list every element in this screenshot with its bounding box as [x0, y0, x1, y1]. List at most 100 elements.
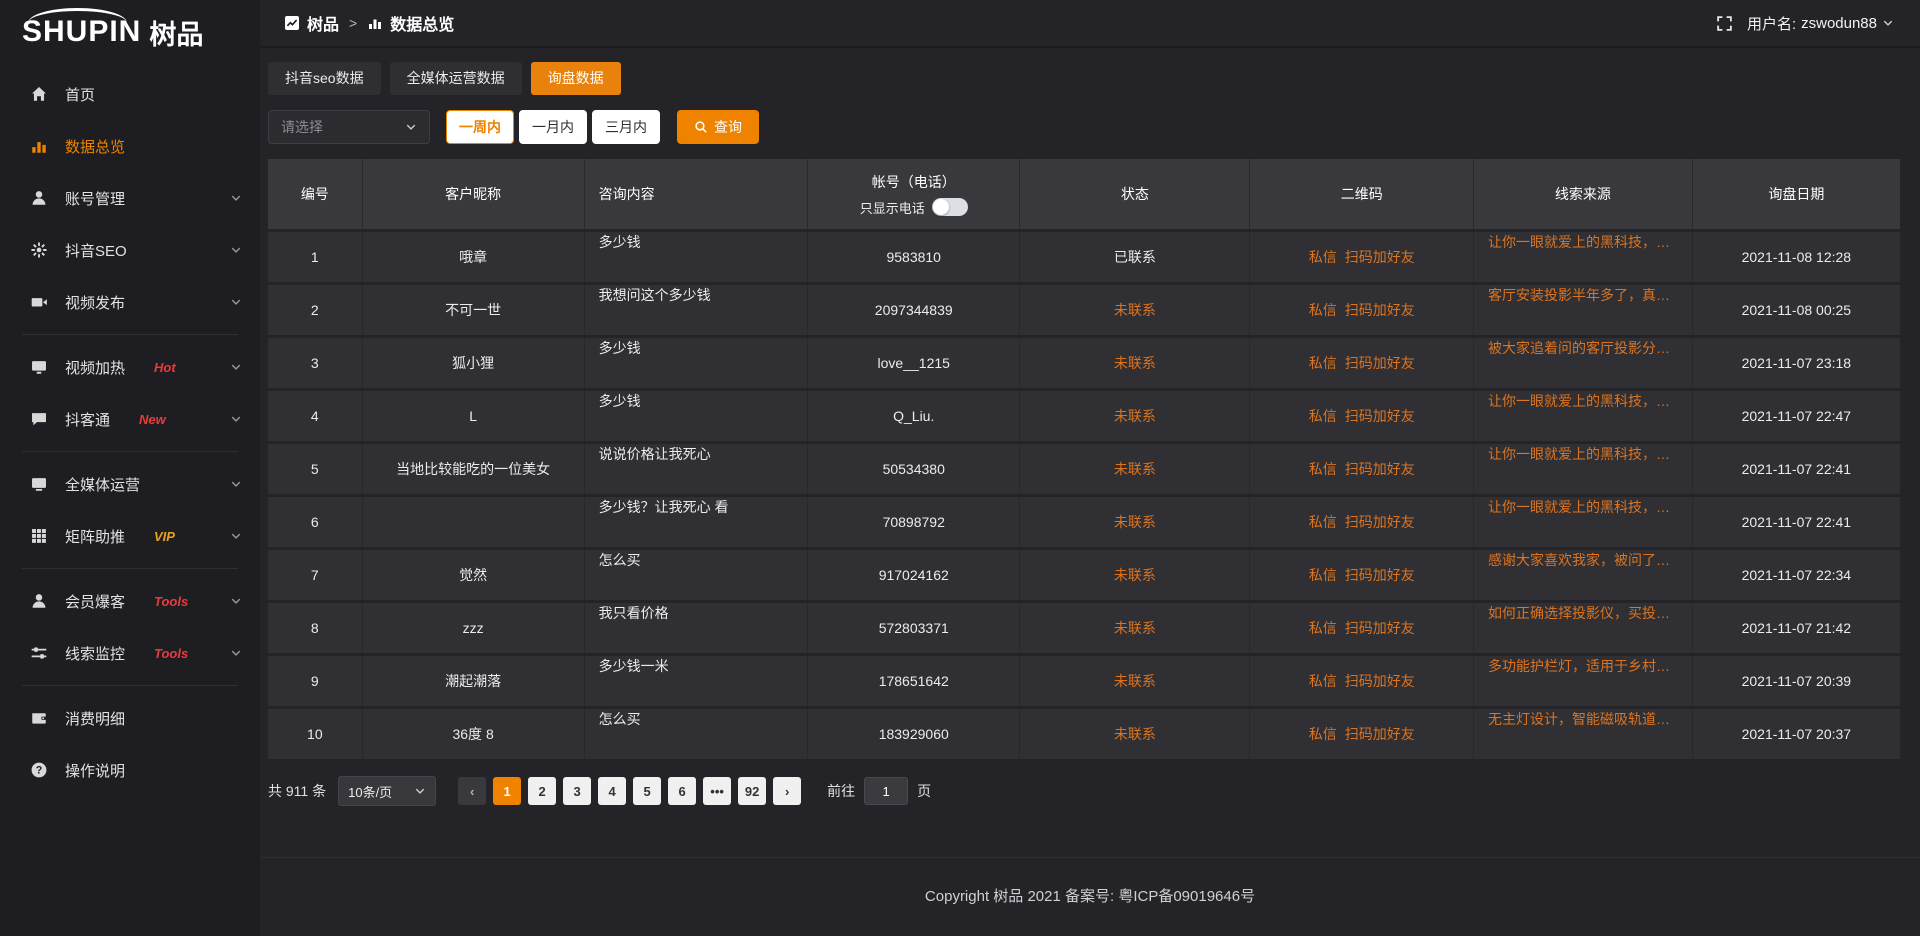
sidebar-item-账号管理[interactable]: 账号管理: [0, 172, 260, 224]
chevron-down-icon: [230, 361, 242, 373]
tab-抖音seo数据[interactable]: 抖音seo数据: [268, 62, 381, 95]
phone-toggle-row: 只显示电话: [860, 198, 968, 217]
sidebar-item-抖客通[interactable]: 抖客通New: [0, 393, 260, 445]
qr-link[interactable]: 扫码加好友: [1345, 724, 1415, 744]
breadcrumb-item[interactable]: 数据总览: [367, 11, 454, 35]
cell-date: 2021-11-07 22:34: [1693, 550, 1900, 600]
qr-link[interactable]: 扫码加好友: [1345, 565, 1415, 585]
sidebar-item-label: 操作说明: [65, 760, 125, 781]
sidebar-item-首页[interactable]: 首页: [0, 68, 260, 120]
cell-source: 让你一眼就爱上的黑科技，能…: [1474, 444, 1693, 494]
source-link[interactable]: 让你一眼就爱上的黑科技，能…: [1488, 232, 1679, 252]
video-icon: [30, 293, 48, 311]
source-link[interactable]: 让你一眼就爱上的黑科技，能…: [1488, 444, 1679, 464]
page-ellipsis[interactable]: •••: [703, 777, 731, 805]
qr-link[interactable]: 扫码加好友: [1345, 406, 1415, 426]
page-button-92[interactable]: 92: [738, 777, 766, 805]
qr-link[interactable]: 私信: [1309, 459, 1337, 479]
help-icon: ?: [30, 761, 48, 779]
source-link[interactable]: 让你一眼就爱上的黑科技，能…: [1488, 497, 1679, 517]
goto-page-input[interactable]: [864, 777, 908, 805]
filter-select[interactable]: 请选择: [268, 110, 430, 144]
filter-bar: 请选择 一周内一月内三月内 查询: [268, 110, 1900, 144]
qr-link[interactable]: 扫码加好友: [1345, 459, 1415, 479]
sidebar-item-矩阵助推[interactable]: 矩阵助推VIP: [0, 510, 260, 562]
qr-link[interactable]: 私信: [1309, 300, 1337, 320]
sidebar-item-badge: New: [139, 412, 166, 427]
source-link[interactable]: 被大家追着问的客厅投影分享…: [1488, 338, 1679, 358]
range-button-一周内[interactable]: 一周内: [446, 110, 514, 144]
range-button-三月内[interactable]: 三月内: [592, 110, 660, 144]
qr-link[interactable]: 私信: [1309, 618, 1337, 638]
sidebar-item-抖音SEO[interactable]: 抖音SEO: [0, 224, 260, 276]
sidebar-item-视频发布[interactable]: 视频发布: [0, 276, 260, 328]
cell-content: 多少钱: [585, 391, 809, 441]
page-button-3[interactable]: 3: [563, 777, 591, 805]
sidebar-item-线索监控[interactable]: 线索监控 Tools: [0, 627, 260, 679]
user-menu[interactable]: 用户名: zswodun88: [1747, 13, 1894, 34]
fullscreen-icon[interactable]: [1716, 15, 1733, 32]
gear-icon: [30, 241, 48, 259]
chevron-down-icon: [230, 530, 242, 542]
cell-date: 2021-11-07 20:37: [1693, 709, 1900, 759]
breadcrumb-item[interactable]: 树品: [284, 11, 339, 35]
tab-询盘数据[interactable]: 询盘数据: [531, 62, 621, 95]
qr-link[interactable]: 扫码加好友: [1345, 353, 1415, 373]
cell-id: 9: [268, 656, 363, 706]
sidebar-item-label: 线索监控: [65, 643, 125, 664]
sidebar-item-label: 抖音SEO: [65, 240, 127, 261]
page-button-6[interactable]: 6: [668, 777, 696, 805]
sidebar-item-数据总览[interactable]: 数据总览: [0, 120, 260, 172]
source-link[interactable]: 让你一眼就爱上的黑科技，能…: [1488, 391, 1679, 411]
cell-content: 多少钱: [585, 338, 809, 388]
page-size-select[interactable]: 10条/页: [338, 776, 436, 806]
qr-link[interactable]: 扫码加好友: [1345, 512, 1415, 532]
table-row: 3狐小狸多少钱love__1215未联系私信扫码加好友被大家追着问的客厅投影分享…: [268, 338, 1900, 388]
cell-content: 多少钱: [585, 232, 809, 282]
qr-link[interactable]: 扫码加好友: [1345, 247, 1415, 267]
cell-source: 客厅安装投影半年多了，真实…: [1474, 285, 1693, 335]
range-button-一月内[interactable]: 一月内: [519, 110, 587, 144]
cell-account: 70898792: [808, 497, 1020, 547]
sidebar-item-视频加热[interactable]: 视频加热Hot: [0, 341, 260, 393]
qr-link[interactable]: 私信: [1309, 247, 1337, 267]
pagination-goto: 前往 页: [827, 777, 931, 805]
qr-link[interactable]: 私信: [1309, 671, 1337, 691]
page-button-5[interactable]: 5: [633, 777, 661, 805]
qr-link[interactable]: 私信: [1309, 565, 1337, 585]
sidebar-item-会员爆客[interactable]: 会员爆客Tools: [0, 575, 260, 627]
qr-link[interactable]: 私信: [1309, 724, 1337, 744]
page-button-2[interactable]: 2: [528, 777, 556, 805]
sidebar-item-badge: Tools: [154, 646, 188, 661]
tab-全媒体运营数据[interactable]: 全媒体运营数据: [390, 62, 522, 95]
source-link[interactable]: 感谢大家喜欢我家，被问了好…: [1488, 550, 1679, 570]
data-tabs: 抖音seo数据全媒体运营数据询盘数据: [268, 62, 1900, 95]
cell-status: 未联系: [1020, 497, 1250, 547]
page-button-4[interactable]: 4: [598, 777, 626, 805]
sidebar-item-消费明细[interactable]: 消费明细: [0, 692, 260, 744]
goto-label: 前往: [827, 781, 855, 801]
table-row: 6多少钱？让我死心 看70898792未联系私信扫码加好友让你一眼就爱上的黑科技…: [268, 497, 1900, 547]
sidebar-item-全媒体运营[interactable]: 全媒体运营: [0, 458, 260, 510]
source-link[interactable]: 多功能护栏灯，适用于乡村文…: [1488, 656, 1679, 676]
sidebar-item-操作说明[interactable]: ? 操作说明: [0, 744, 260, 796]
qr-link[interactable]: 扫码加好友: [1345, 618, 1415, 638]
source-link[interactable]: 无主灯设计，智能磁吸轨道灯…: [1488, 709, 1679, 729]
next-page-button[interactable]: ›: [773, 777, 801, 805]
page-button-1[interactable]: 1: [493, 777, 521, 805]
prev-page-button[interactable]: ‹: [458, 777, 486, 805]
cell-id: 3: [268, 338, 363, 388]
source-link[interactable]: 客厅安装投影半年多了，真实…: [1488, 285, 1679, 305]
source-link[interactable]: 如何正确选择投影仪，买投影…: [1488, 603, 1679, 623]
qr-link[interactable]: 私信: [1309, 353, 1337, 373]
cell-id: 7: [268, 550, 363, 600]
phone-toggle[interactable]: [932, 198, 968, 216]
query-button[interactable]: 查询: [677, 110, 759, 144]
qr-link[interactable]: 私信: [1309, 512, 1337, 532]
pagination: 共 911 条 10条/页 ‹123456•••92› 前往 页: [268, 776, 1900, 806]
qr-link[interactable]: 私信: [1309, 406, 1337, 426]
sidebar-item-badge: VIP: [154, 529, 175, 544]
cell-content: 多少钱一米: [585, 656, 809, 706]
qr-link[interactable]: 扫码加好友: [1345, 300, 1415, 320]
qr-link[interactable]: 扫码加好友: [1345, 671, 1415, 691]
